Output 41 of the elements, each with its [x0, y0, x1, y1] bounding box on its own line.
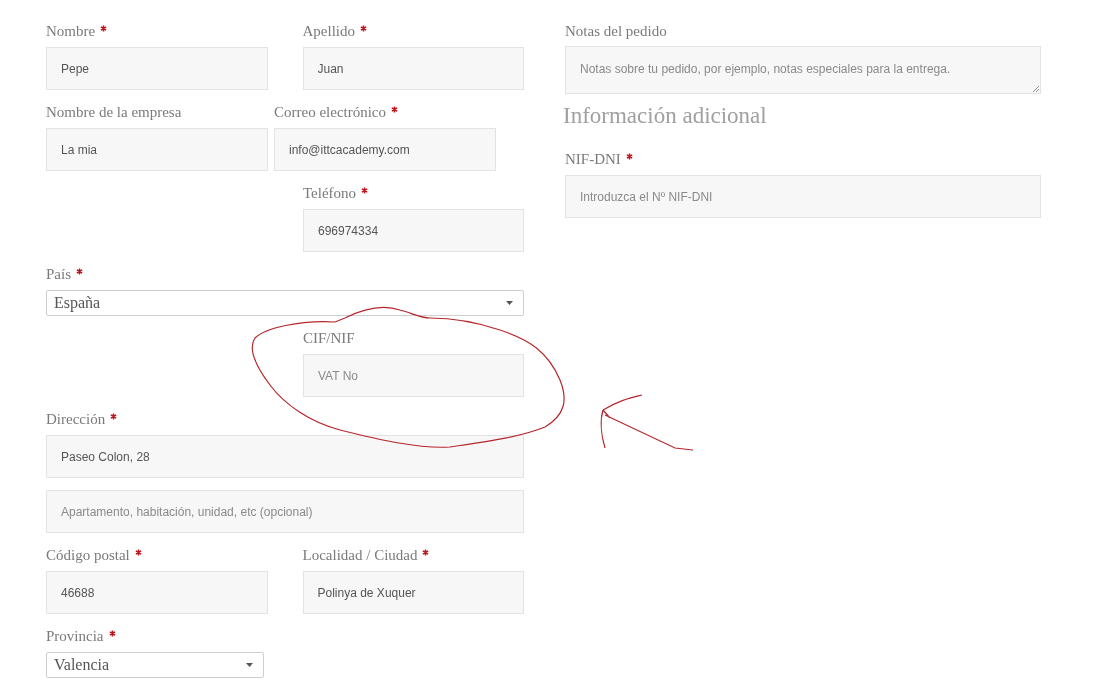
text-field[interactable]: Juan: [302, 47, 524, 90]
field-label: Nombre: [46, 22, 96, 41]
notes-textarea[interactable]: Notas sobre tu pedido, por ejemplo, notas especiales para la entrega.: [565, 46, 1041, 94]
field-label: Correo electrónico: [274, 103, 387, 122]
field-label: NIF-DNI: [565, 150, 621, 169]
required-icon: [361, 186, 369, 194]
select-dropdown[interactable]: Valencia: [46, 652, 264, 678]
required-icon: [391, 105, 399, 113]
text-field[interactable]: 46688: [46, 571, 268, 614]
required-icon: [100, 24, 108, 32]
field-label: Localidad / Ciudad: [302, 546, 418, 565]
field-label: País: [46, 265, 71, 284]
required-icon: [110, 412, 118, 420]
text-field[interactable]: Pepe: [46, 47, 268, 90]
text-field[interactable]: Apartamento, habitación, unidad, etc (opcional): [46, 490, 524, 533]
required-icon: [422, 548, 430, 556]
text-field[interactable]: Polinya de Xuquer: [302, 571, 524, 614]
text-field[interactable]: Paseo Colon, 28: [46, 435, 524, 478]
select-dropdown[interactable]: España: [46, 290, 524, 316]
resize-handle-icon[interactable]: [1033, 86, 1039, 92]
field-label: Dirección: [46, 410, 106, 429]
required-icon: [360, 24, 367, 32]
required-icon: [76, 267, 83, 275]
required-icon: [625, 152, 633, 160]
section-heading: Información adicional: [563, 102, 768, 130]
field-label: Apellido: [302, 22, 355, 41]
required-icon: [108, 629, 116, 637]
caret-icon: [506, 301, 513, 305]
field-label: CIF/NIF: [303, 329, 355, 348]
field-label: Teléfono: [303, 184, 357, 203]
text-field[interactable]: info@ittcacademy.com: [274, 128, 496, 171]
field-label: Provincia: [46, 627, 104, 646]
required-icon: [134, 548, 142, 556]
field-label: Notas del pedido: [565, 22, 668, 41]
text-field[interactable]: VAT No: [303, 354, 524, 397]
field-label: Nombre de la empresa: [46, 103, 182, 122]
caret-icon: [246, 663, 253, 667]
text-field[interactable]: 696974334: [303, 209, 524, 252]
text-field[interactable]: Introduzca el Nº NIF-DNI: [565, 175, 1041, 218]
text-field[interactable]: La mia: [46, 128, 268, 171]
field-label: Código postal: [46, 546, 130, 565]
